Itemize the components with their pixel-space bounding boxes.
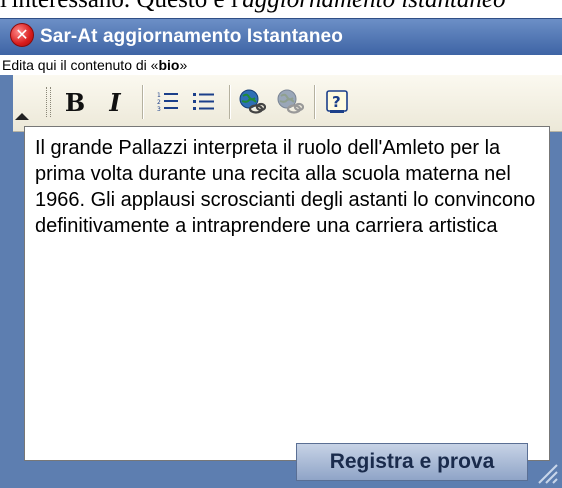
close-icon[interactable]: ✕ [10,23,34,47]
svg-text:3: 3 [157,106,161,113]
background-text-normal: l'interessano. Questo è l' [0,0,242,13]
bold-button[interactable]: B [59,85,91,119]
unordered-list-icon [193,93,214,110]
remove-link-icon [277,89,304,114]
resize-grip-icon[interactable] [533,459,559,485]
insert-link-button[interactable] [236,85,268,119]
svg-text:2: 2 [157,99,161,106]
background-page-text: l'interessano. Questo è l'aggiornamento … [0,0,562,16]
window-title: Sar-At aggiornamento Istantaneo [40,26,343,47]
toolbar-grip[interactable] [46,87,51,117]
background-text-italic: aggiornamento istantaneo [242,0,505,13]
toolbar-separator [229,85,230,119]
save-and-preview-button[interactable]: Registra e prova [296,443,528,481]
collapse-toolbar-icon[interactable] [15,113,29,120]
unordered-list-button[interactable] [188,85,220,119]
remove-link-button[interactable] [274,85,306,119]
italic-button[interactable]: I [99,85,131,119]
ordered-list-button[interactable]: 1 2 3 [152,85,184,119]
ordered-list-icon: 1 2 3 [157,92,178,113]
edit-info-bar: Edita qui il contenuto di «bio» [0,55,562,75]
bio-text-editor[interactable]: Il grande Pallazzi interpreta il ruolo d… [24,126,550,461]
info-prefix: Edita qui il contenuto di « [2,57,159,73]
toolbar-separator [142,85,143,119]
help-glyph: ? [332,93,341,111]
window-titlebar[interactable]: ✕ Sar-At aggiornamento Istantaneo [0,19,562,55]
editor-toolbar: B I 1 2 3 ? [13,75,562,132]
help-icon: ? [326,90,348,113]
insert-link-icon [239,89,266,114]
info-suffix: » [179,57,188,73]
instant-edit-window: ✕ Sar-At aggiornamento Istantaneo Edita … [0,18,562,488]
svg-text:1: 1 [157,92,161,99]
toolbar-separator [314,85,315,119]
info-field-name: bio [158,57,180,73]
help-button[interactable]: ? [322,85,354,119]
